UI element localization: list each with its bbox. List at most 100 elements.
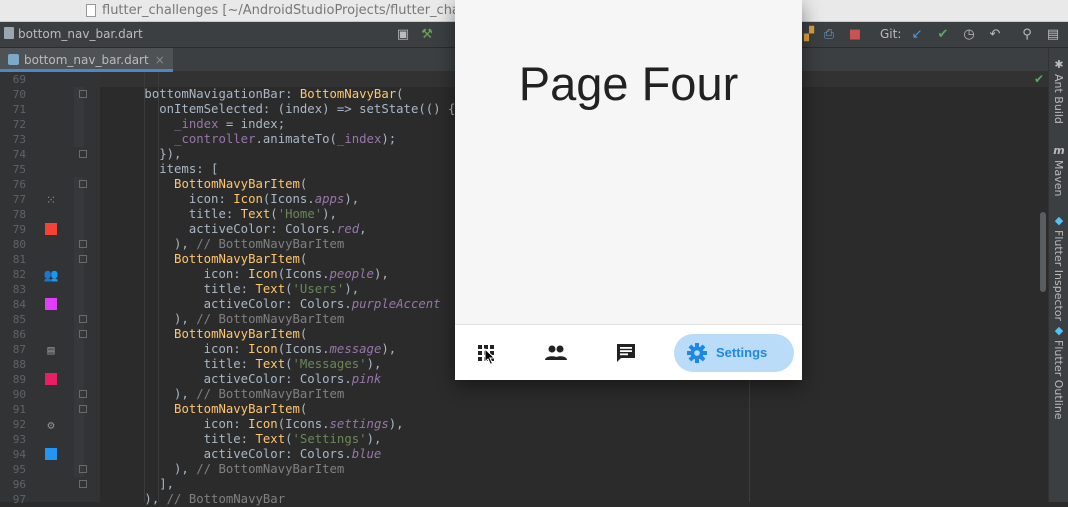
nav-item-label: Settings — [716, 345, 768, 360]
code-line: ), // BottomNavyBarItem — [100, 462, 345, 476]
message-icon — [617, 344, 635, 362]
breadcrumb[interactable]: bottom_nav_bar.dart — [4, 27, 143, 41]
settings-icon — [687, 343, 707, 363]
emulator-screen: Page Four Settings — [455, 0, 802, 380]
fold-toggle[interactable] — [79, 405, 87, 413]
tab-label: bottom_nav_bar.dart — [24, 53, 149, 67]
fold-toggle[interactable] — [79, 90, 87, 98]
code-line: BottomNavyBarItem( — [174, 252, 308, 266]
fold-toggle[interactable] — [79, 180, 87, 188]
code-line: activeColor: Colors.red, — [100, 222, 367, 236]
code-line: _controller.animateTo(_index); — [174, 132, 397, 146]
project-structure-icon[interactable]: ▤ — [1044, 26, 1062, 44]
code-line: BottomNavyBarItem( — [174, 327, 308, 341]
line-number: 93 — [12, 433, 26, 446]
flutter-icon: ◆ — [1054, 214, 1064, 227]
line-number: 78 — [12, 208, 26, 221]
right-tool-strip: ✱ Ant Build m Maven ◆ Flutter Inspector … — [1048, 48, 1068, 502]
code-line: title: Text('Settings'), — [100, 432, 382, 446]
line-number: 80 — [12, 238, 26, 251]
code-line: title: Text('Messages'), — [100, 357, 382, 371]
code-line: title: Text('Users'), — [100, 282, 360, 296]
code-line: BottomNavyBarItem( — [174, 177, 308, 191]
line-number: 72 — [12, 118, 26, 131]
line-number: 74 — [12, 148, 26, 161]
flutter-inspector-tool[interactable]: Flutter Inspector — [1052, 230, 1065, 321]
fold-toggle[interactable] — [79, 390, 87, 398]
build-hammer-icon[interactable]: ⚒ — [418, 26, 436, 44]
line-number: 70 — [12, 88, 26, 101]
fold-toggle[interactable] — [79, 255, 87, 263]
git-update-icon[interactable]: ↙ — [908, 26, 926, 44]
fold-toggle[interactable] — [79, 480, 87, 488]
line-number: 94 — [12, 448, 26, 461]
color-swatch[interactable] — [45, 298, 57, 310]
line-number: 87 — [12, 343, 26, 356]
color-swatch[interactable] — [45, 223, 57, 235]
dart-file-icon — [8, 54, 19, 65]
tab-bottom-nav-bar[interactable]: bottom_nav_bar.dart × — [0, 48, 173, 72]
message-icon: ▤ — [47, 343, 55, 357]
fold-toggle[interactable] — [79, 150, 87, 158]
ant-build-tool[interactable]: Ant Build — [1052, 74, 1065, 124]
settings-icon: ⚙ — [47, 418, 55, 432]
revert-icon[interactable]: ↶ — [986, 26, 1004, 44]
nav-item-messages[interactable] — [611, 334, 641, 372]
people-icon — [545, 345, 567, 360]
stop-icon[interactable]: ■ — [846, 26, 864, 44]
color-swatch[interactable] — [45, 373, 57, 385]
code-line: activeColor: Colors.blue — [100, 447, 382, 461]
line-number: 84 — [12, 298, 26, 311]
flutter-icon: ◆ — [1054, 324, 1064, 337]
line-number: 69 — [12, 73, 26, 86]
attach-icon[interactable]: ⎙ — [820, 26, 838, 44]
history-icon[interactable]: ◷ — [960, 26, 978, 44]
code-line: icon: Icon(Icons.message), — [100, 342, 397, 356]
code-line: icon: Icon(Icons.people), — [100, 267, 389, 281]
line-number: 90 — [12, 388, 26, 401]
search-icon[interactable]: ⚲ — [1018, 26, 1036, 44]
inspection-ok-icon: ✔ — [1034, 72, 1045, 86]
window-title: flutter_challenges [~/AndroidStudioProje… — [102, 3, 484, 18]
maven-icon: m — [1053, 144, 1065, 157]
stop-alt-icon[interactable]: ▞ — [800, 26, 818, 44]
fold-toggle[interactable] — [79, 315, 87, 323]
device-icon[interactable]: ▣ — [394, 26, 412, 44]
code-line: items: [ — [100, 162, 219, 176]
line-number: 89 — [12, 373, 26, 386]
code-line: activeColor: Colors.pink — [100, 372, 382, 386]
line-number: 88 — [12, 358, 26, 371]
nav-item-settings[interactable]: Settings — [674, 334, 794, 372]
code-line: icon: Icon(Icons.settings), — [100, 417, 404, 431]
editor-scrollbar[interactable] — [1040, 212, 1046, 292]
people-icon: 👥 — [43, 268, 59, 282]
fold-toggle[interactable] — [79, 240, 87, 248]
line-number: 82 — [12, 268, 26, 281]
nav-item-users[interactable] — [541, 334, 571, 372]
line-number: 79 — [12, 223, 26, 236]
mouse-cursor-icon — [484, 348, 496, 366]
bottom-navy-bar: Settings — [455, 324, 802, 380]
close-tab-icon[interactable]: × — [155, 53, 165, 67]
code-line: ), // BottomNavyBarItem — [100, 237, 345, 251]
document-icon — [86, 4, 96, 17]
fold-toggle[interactable] — [79, 330, 87, 338]
line-number: 97 — [12, 493, 26, 506]
git-label: Git: — [880, 27, 902, 41]
ant-icon: ✱ — [1054, 58, 1064, 71]
code-line: ), // BottomNavyBar — [100, 492, 286, 506]
git-commit-icon[interactable]: ✔ — [934, 26, 952, 44]
line-number: 85 — [12, 313, 26, 326]
code-line: activeColor: Colors.purpleAccent — [100, 297, 441, 311]
editor-gutter: 69 70 71 72 73 74 75 76 77 78 79 80 81 82 83 84 85 86 87 88… — [0, 72, 100, 506]
code-line: onItemSelected: (index) => setState(() { — [100, 102, 456, 116]
color-swatch[interactable] — [45, 448, 57, 460]
line-number: 77 — [12, 193, 26, 206]
fold-toggle[interactable] — [79, 465, 87, 473]
line-number: 75 — [12, 163, 26, 176]
flutter-outline-tool[interactable]: Flutter Outline — [1052, 340, 1065, 420]
line-number: 96 — [12, 478, 26, 491]
code-line: ], — [100, 477, 175, 491]
line-number: 83 — [12, 283, 26, 296]
maven-tool[interactable]: Maven — [1052, 160, 1065, 196]
